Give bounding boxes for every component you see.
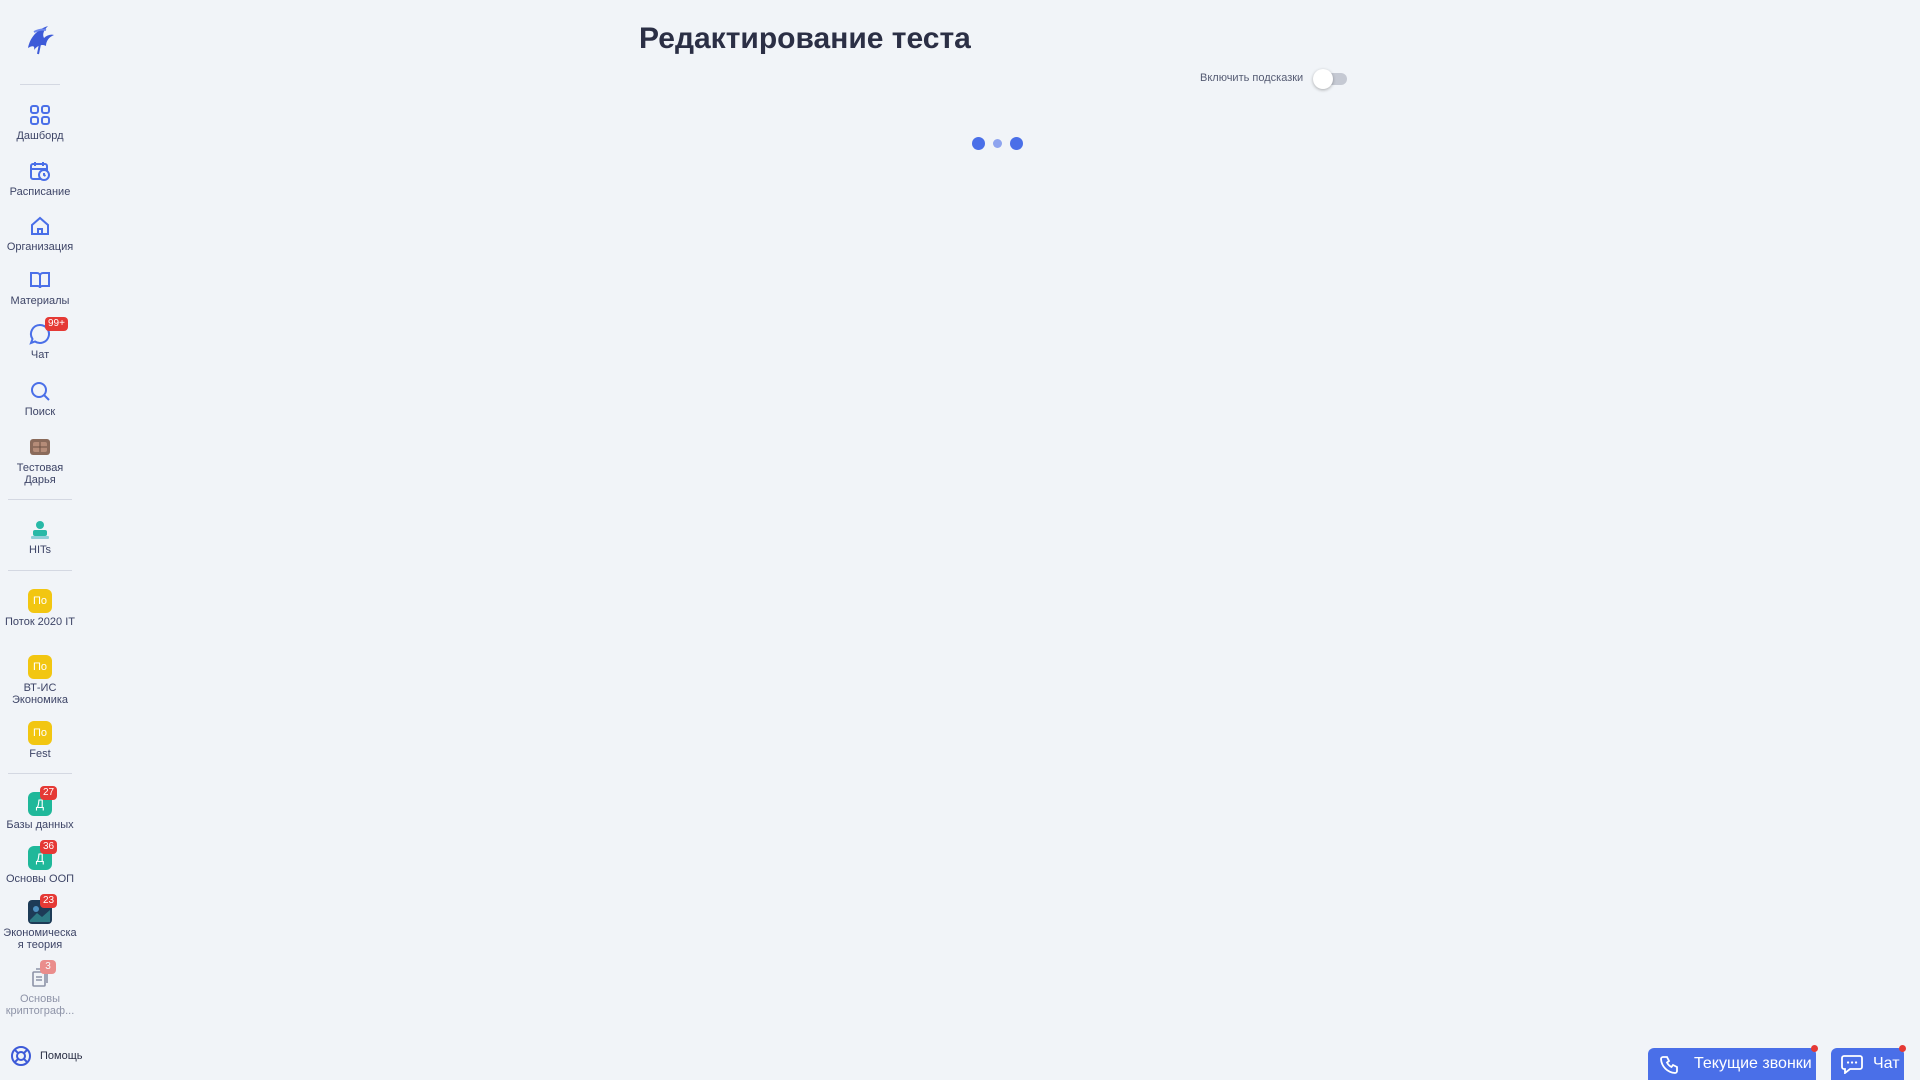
sidebar-item-label: Дашборд xyxy=(16,130,64,142)
sidebar-item-label: Материалы xyxy=(10,295,70,307)
document-icon: 3 xyxy=(28,960,56,990)
chat-icon xyxy=(1841,1055,1863,1074)
sidebar-item-label: Поток 2020 IT xyxy=(5,616,75,628)
sidebar-divider xyxy=(8,773,72,774)
sidebar-item-label: Fest xyxy=(29,748,51,760)
sidebar-item-course[interactable]: Д 36 Основы ООП xyxy=(0,840,80,885)
course-badge: 27 xyxy=(40,786,58,800)
sidebar-item-group[interactable]: По Fest xyxy=(0,721,80,760)
sidebar-item-search[interactable]: Поиск xyxy=(0,379,80,418)
group-avatar: По xyxy=(28,721,52,745)
course-avatar-wrap: Д 27 xyxy=(28,786,58,816)
sidebar-item-label: ВТ-ИС Экономика xyxy=(11,682,69,706)
hints-toggle-row: Включить подсказки xyxy=(1200,68,1349,89)
sidebar-item-course[interactable]: 23 Экономическая теория xyxy=(0,894,80,951)
sidebar-item-group[interactable]: По ВТ-ИС Экономика xyxy=(0,655,80,706)
sidebar-item-course[interactable]: 3 Основы криптограф... xyxy=(0,960,80,1017)
sidebar-item-label: Тестовая Дарья xyxy=(16,462,64,486)
sidebar-item-label: Основы ООП xyxy=(5,873,75,885)
sidebar-item-label: Расписание xyxy=(9,186,71,198)
help-label: Помощь xyxy=(40,1050,83,1062)
sidebar-divider xyxy=(8,570,72,571)
chat-button-label: Чат xyxy=(1873,1055,1900,1072)
sidebar: Дашборд Расписание Организация Материалы xyxy=(0,0,83,1080)
course-badge: 36 xyxy=(40,840,58,854)
course-badge: 3 xyxy=(40,960,56,974)
course-avatar-wrap: Д 36 xyxy=(28,840,58,870)
phone-icon xyxy=(1660,1056,1678,1074)
search-icon xyxy=(28,379,52,403)
sidebar-item-materials[interactable]: Материалы xyxy=(0,268,80,307)
calls-notification-dot xyxy=(1811,1045,1818,1052)
sidebar-item-group[interactable]: По Поток 2020 IT xyxy=(0,589,80,628)
app-logo[interactable] xyxy=(20,18,60,58)
sidebar-item-label: Чат xyxy=(30,349,50,361)
sidebar-item-hits[interactable]: HITs xyxy=(0,517,80,556)
chat-icon: 99+ xyxy=(28,317,68,346)
loader-dot xyxy=(972,137,985,150)
loading-indicator xyxy=(972,137,1023,150)
sidebar-item-label: Базы данных xyxy=(6,819,74,831)
sidebar-item-label: Организация xyxy=(6,241,74,253)
loader-dot xyxy=(993,139,1002,148)
group-avatar: По xyxy=(28,589,52,613)
lifebuoy-icon xyxy=(11,1046,31,1066)
current-calls-button[interactable]: Текущие звонки xyxy=(1648,1048,1816,1080)
hints-label: Включить подсказки xyxy=(1200,72,1304,84)
hints-toggle[interactable] xyxy=(1313,68,1349,89)
sidebar-item-label: Поиск xyxy=(24,406,56,418)
home-icon xyxy=(28,214,52,238)
user-avatar xyxy=(28,435,52,459)
course-badge: 23 xyxy=(40,894,58,908)
sidebar-divider xyxy=(8,499,72,500)
dashboard-icon xyxy=(28,103,52,127)
sidebar-item-dashboard[interactable]: Дашборд xyxy=(0,103,80,142)
chat-unread-badge: 99+ xyxy=(45,317,68,331)
sidebar-item-profile[interactable]: Тестовая Дарья xyxy=(0,435,80,486)
chat-notification-dot xyxy=(1899,1045,1906,1052)
sidebar-item-schedule[interactable]: Расписание xyxy=(0,159,80,198)
loader-dot xyxy=(1010,137,1023,150)
hits-logo xyxy=(28,517,52,541)
book-icon xyxy=(28,268,52,292)
sidebar-item-organization[interactable]: Организация xyxy=(0,214,80,253)
sidebar-divider xyxy=(20,84,60,85)
toggle-thumb xyxy=(1313,69,1334,89)
group-avatar: По xyxy=(28,655,52,679)
sidebar-item-chat[interactable]: 99+ Чат xyxy=(0,317,80,361)
sidebar-item-label: HITs xyxy=(29,544,51,556)
sidebar-item-label: Экономическая теория xyxy=(3,927,77,951)
current-calls-label: Текущие звонки xyxy=(1694,1055,1812,1072)
sidebar-item-course[interactable]: Д 27 Базы данных xyxy=(0,786,80,831)
chat-button[interactable]: Чат xyxy=(1831,1048,1904,1080)
calendar-clock-icon xyxy=(28,159,52,183)
sidebar-item-label: Основы криптограф... xyxy=(5,993,75,1017)
help-button[interactable]: Помощь xyxy=(10,1045,83,1067)
course-image: 23 xyxy=(28,894,58,924)
page-title: Редактирование теста xyxy=(639,22,971,55)
